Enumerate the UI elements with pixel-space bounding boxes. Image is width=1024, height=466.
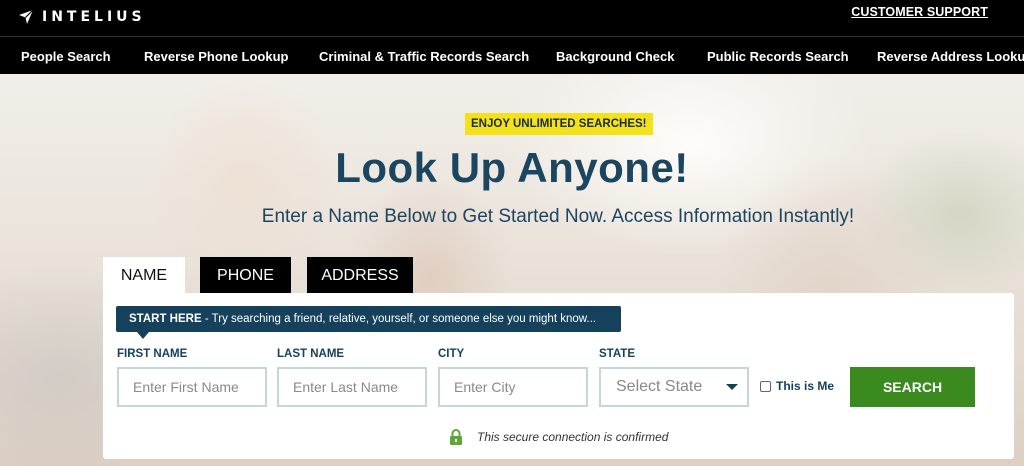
first-name-input[interactable] [117, 367, 267, 407]
nav-item-reverse-address-lookup[interactable]: Reverse Address Lookup [877, 49, 1024, 64]
page-subtitle: Enter a Name Below to Get Started Now. A… [261, 206, 855, 227]
promo-badge: ENJOY UNLIMITED SEARCHES! [465, 113, 653, 135]
tab-phone[interactable]: PHONE [200, 257, 291, 294]
brand-logo[interactable]: INTELIUS [18, 6, 146, 28]
nav-item-reverse-phone-lookup[interactable]: Reverse Phone Lookup [144, 49, 288, 64]
last-name-label: LAST NAME [277, 348, 345, 360]
first-name-label: FIRST NAME [117, 348, 188, 360]
nav-item-people-search[interactable]: People Search [21, 49, 111, 64]
nav-item-background-check[interactable]: Background Check [556, 49, 674, 64]
secure-connection-text: This secure connection is confirmed [477, 430, 669, 444]
tab-name[interactable]: NAME [103, 257, 185, 294]
brand-name: INTELIUS [42, 9, 146, 25]
state-select-value: Select State [616, 378, 703, 395]
page-title: Look Up Anyone! [335, 144, 689, 191]
nav-item-public-records-search[interactable]: Public Records Search [707, 49, 849, 64]
search-button[interactable]: SEARCH [850, 367, 975, 407]
hero-section: ENJOY UNLIMITED SEARCHES! Look Up Anyone… [0, 74, 1024, 466]
last-name-input[interactable] [277, 367, 427, 407]
main-nav: People Search Reverse Phone Lookup Crimi… [0, 36, 1024, 74]
intelius-logo-icon [19, 9, 34, 24]
customer-support-link[interactable]: CUSTOMER SUPPORT [851, 5, 988, 19]
tip-strong: START HERE [129, 313, 202, 325]
this-is-me-label: This is Me [776, 379, 835, 393]
city-input[interactable] [438, 367, 588, 407]
top-bar: INTELIUS CUSTOMER SUPPORT [0, 0, 1024, 36]
secure-connection-notice: This secure connection is confirmed [449, 429, 668, 445]
nav-item-criminal-traffic-records[interactable]: Criminal & Traffic Records Search [319, 49, 529, 64]
search-form-panel: START HERE - Try searching a friend, rel… [103, 293, 1014, 459]
tab-address[interactable]: ADDRESS [307, 257, 413, 294]
this-is-me-option[interactable]: This is Me [760, 379, 834, 393]
this-is-me-checkbox[interactable] [760, 380, 771, 392]
state-select[interactable]: Select State [599, 367, 749, 407]
tip-arrow [137, 332, 149, 339]
city-label: CITY [438, 348, 465, 360]
chevron-down-icon [726, 384, 738, 390]
state-label: STATE [599, 348, 635, 360]
start-here-tip: START HERE - Try searching a friend, rel… [116, 306, 621, 332]
tip-text: - Try searching a friend, relative, your… [201, 313, 596, 325]
lock-icon [450, 429, 462, 445]
